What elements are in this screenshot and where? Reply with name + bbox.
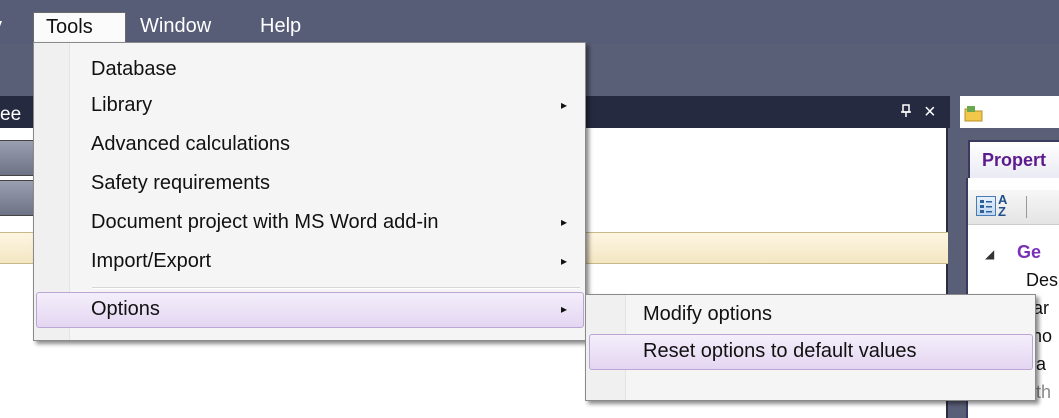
tab-properties[interactable]: Propert bbox=[968, 140, 1059, 178]
submenu-arrow-icon: ▸ bbox=[561, 302, 568, 316]
toolbar-separator bbox=[1026, 196, 1027, 218]
close-icon[interactable]: × bbox=[924, 101, 936, 124]
menu-item-safety-requirements[interactable]: Safety requirements bbox=[36, 166, 584, 202]
categorized-icon[interactable] bbox=[976, 196, 996, 216]
menu-item-label: Modify options bbox=[643, 303, 772, 325]
menu-item-document-project[interactable]: Document project with MS Word add-in ▸ bbox=[36, 205, 584, 241]
property-group-label[interactable]: Ge bbox=[1017, 242, 1041, 263]
submenu-arrow-icon: ▸ bbox=[561, 254, 568, 268]
menu-item-label: Options bbox=[91, 298, 160, 320]
submenu-arrow-icon: ▸ bbox=[561, 215, 568, 229]
submenu-arrow-icon: ▸ bbox=[561, 98, 568, 112]
menu-item-label: Import/Export bbox=[91, 250, 212, 272]
sort-alphabetical-icon[interactable]: A Z bbox=[998, 193, 1007, 219]
docked-panel-title: ee bbox=[0, 104, 22, 125]
property-row[interactable]: Des bbox=[1026, 270, 1058, 291]
menu-item-database[interactable]: Database bbox=[36, 52, 584, 88]
folder-icon[interactable] bbox=[964, 106, 984, 122]
menu-item-modify-options[interactable]: Modify options bbox=[589, 297, 1033, 333]
menu-item-label: Document project with MS Word add-in bbox=[91, 211, 439, 233]
menubar-item-help[interactable]: Help bbox=[250, 12, 311, 42]
menu-item-advanced-calculations[interactable]: Advanced calculations bbox=[36, 127, 584, 163]
menu-separator bbox=[92, 287, 580, 289]
menu-item-library[interactable]: Library ▸ bbox=[36, 88, 584, 124]
menu-item-label: Database bbox=[91, 58, 177, 80]
pin-icon[interactable] bbox=[900, 104, 912, 123]
menubar-item-tools[interactable]: Tools bbox=[33, 12, 126, 42]
menu-item-reset-options[interactable]: Reset options to default values bbox=[589, 334, 1033, 370]
menu-item-label: Safety requirements bbox=[91, 172, 270, 194]
menu-item-label: Reset options to default values bbox=[643, 340, 917, 362]
expand-triangle-icon[interactable]: ◢ bbox=[985, 247, 994, 261]
sort-icon-z: Z bbox=[998, 204, 1006, 219]
menu-item-label: Library bbox=[91, 94, 153, 116]
menubar-item-partial[interactable]: y bbox=[0, 12, 2, 42]
menu-item-import-export[interactable]: Import/Export ▸ bbox=[36, 244, 584, 280]
menu-item-options[interactable]: Options ▸ bbox=[36, 292, 584, 328]
menubar-item-window[interactable]: Window bbox=[130, 12, 221, 42]
menu-item-label: Advanced calculations bbox=[91, 133, 291, 155]
